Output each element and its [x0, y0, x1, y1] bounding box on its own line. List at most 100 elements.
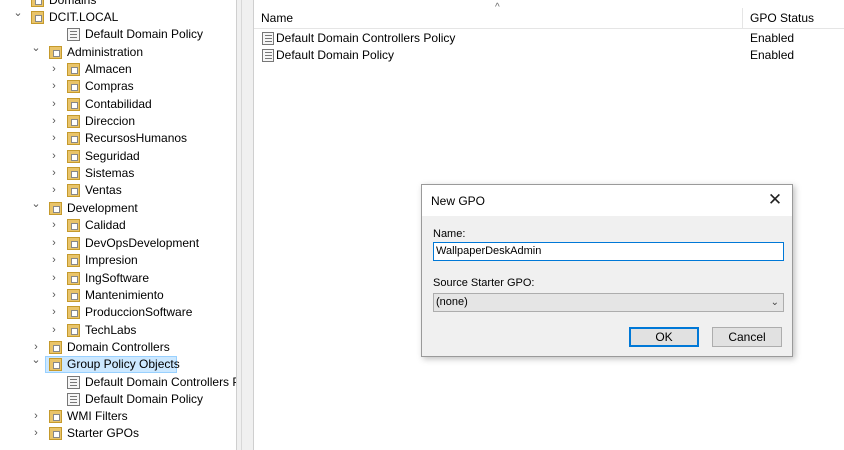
dialog-title: New GPO	[431, 194, 486, 208]
tree-item[interactable]: ⌄ DCIT.LOCAL	[0, 7, 236, 26]
ou-folder-icon	[67, 306, 80, 319]
tree-item[interactable]: › DevOpsDevelopment	[0, 235, 236, 252]
chevron-right-icon[interactable]: ›	[49, 322, 59, 339]
tree-item-label: Group Policy Objects	[67, 357, 180, 371]
ou-folder-icon	[67, 150, 80, 163]
ou-folder-icon	[67, 132, 80, 145]
pane-splitter[interactable]	[236, 0, 254, 450]
tree-item-label: Domain Controllers	[67, 340, 170, 354]
chevron-right-icon[interactable]: ›	[49, 61, 59, 78]
tree-item-label: Administration	[67, 45, 144, 59]
tree-item[interactable]: › Mantenimiento	[0, 287, 236, 304]
tree-item[interactable]: › Calidad	[0, 217, 236, 234]
chevron-right-icon[interactable]: ›	[49, 217, 59, 234]
chevron-right-icon[interactable]: ›	[49, 252, 59, 269]
ou-folder-icon	[67, 184, 80, 197]
tree-item[interactable]: ⌄ Development	[0, 198, 236, 217]
column-divider[interactable]	[742, 8, 743, 28]
chevron-down-icon[interactable]: ⌄	[31, 40, 41, 57]
chevron-right-icon[interactable]: ›	[31, 425, 41, 442]
ou-folder-icon	[49, 341, 62, 354]
tree-item[interactable]: › RecursosHumanos	[0, 130, 236, 147]
tree-item-label: Direccion	[85, 114, 136, 128]
ou-folder-icon	[67, 167, 80, 180]
chevron-right-icon[interactable]: ›	[49, 113, 59, 130]
tree-item[interactable]: › Compras	[0, 78, 236, 95]
tree-item[interactable]: Default Domain Controllers P	[0, 374, 236, 391]
ou-folder-icon	[67, 63, 80, 76]
ou-folder-icon	[67, 219, 80, 232]
tree-item[interactable]: › Almacen	[0, 61, 236, 78]
gpo-name-input[interactable]: WallpaperDeskAdmin	[433, 242, 784, 261]
tree-item-label: Compras	[85, 79, 134, 93]
tree-item-label: Development	[67, 201, 138, 215]
gpo-status: Enabled	[750, 31, 795, 45]
tree-item-label: RecursosHumanos	[85, 131, 188, 145]
column-gpo-status[interactable]: GPO Status	[750, 11, 814, 25]
tree-item-label: DevOpsDevelopment	[85, 236, 200, 250]
source-starter-gpo-label: Source Starter GPO:	[433, 277, 535, 289]
ou-folder-icon	[49, 46, 62, 59]
chevron-right-icon[interactable]: ›	[49, 287, 59, 304]
chevron-right-icon[interactable]: ›	[31, 408, 41, 425]
chevron-right-icon[interactable]: ›	[49, 270, 59, 287]
tree-item-label: Mantenimiento	[85, 288, 164, 302]
name-label: Name:	[433, 228, 466, 240]
tree-item[interactable]: ⌄ Administration	[0, 42, 236, 61]
tree-item[interactable]: › Sistemas	[0, 165, 236, 182]
chevron-right-icon[interactable]: ›	[49, 96, 59, 113]
ok-button[interactable]: OK	[629, 327, 699, 347]
column-name[interactable]: Name	[261, 11, 293, 25]
ou-folder-icon	[67, 272, 80, 285]
list-header: ^ Name GPO Status	[254, 2, 844, 29]
tree-item-label: Default Domain Policy	[85, 27, 204, 41]
gpo-icon	[67, 376, 80, 389]
tree-item[interactable]: › Starter GPOs	[0, 425, 236, 442]
wmi-folder-icon	[49, 410, 62, 423]
chevron-right-icon[interactable]: ›	[49, 182, 59, 199]
tree-item-label: Calidad	[85, 218, 126, 232]
chevron-right-icon[interactable]: ›	[49, 148, 59, 165]
ou-folder-icon	[67, 254, 80, 267]
tree-item[interactable]: › Seguridad	[0, 148, 236, 165]
gpo-folder-icon	[49, 358, 62, 371]
source-starter-gpo-select[interactable]: (none) ⌄	[433, 293, 784, 312]
tree-item-label: Domains	[49, 0, 97, 7]
ou-folder-icon	[49, 202, 62, 215]
gpo-icon	[262, 49, 274, 62]
tree-item[interactable]: › TechLabs	[0, 322, 236, 339]
chevron-down-icon[interactable]: ⌄	[13, 5, 23, 22]
chevron-right-icon[interactable]: ›	[49, 78, 59, 95]
tree-item[interactable]: Default Domain Policy	[0, 391, 236, 408]
chevron-right-icon[interactable]: ›	[49, 235, 59, 252]
tree-item[interactable]: ⌄ Group Policy Objects	[0, 354, 236, 373]
chevron-down-icon[interactable]: ⌄	[31, 196, 41, 213]
chevron-right-icon[interactable]: ›	[49, 304, 59, 321]
list-row[interactable]: Default Domain Controllers Policy Enable…	[254, 30, 844, 47]
cancel-button[interactable]: Cancel	[712, 327, 782, 347]
source-starter-gpo-value: (none)	[436, 296, 468, 308]
domain-icon	[31, 0, 44, 7]
list-row[interactable]: Default Domain Policy Enabled	[254, 47, 844, 64]
gpo-icon	[262, 32, 274, 45]
chevron-right-icon[interactable]: ›	[49, 165, 59, 182]
new-gpo-dialog: New GPO ✕ Name: WallpaperDeskAdmin Sourc…	[421, 184, 793, 357]
tree-item-label: Contabilidad	[85, 97, 152, 111]
tree-item-label: IngSoftware	[85, 271, 150, 285]
sort-arrow-icon: ^	[495, 2, 500, 13]
chevron-right-icon[interactable]: ›	[49, 130, 59, 147]
ou-folder-icon	[67, 98, 80, 111]
gpo-name: Default Domain Controllers Policy	[276, 31, 456, 45]
tree-item[interactable]: › Direccion	[0, 113, 236, 130]
tree-item[interactable]: Domains	[0, 0, 236, 9]
close-icon[interactable]: ✕	[764, 190, 786, 210]
tree-item-label: Almacen	[85, 62, 132, 76]
tree-item[interactable]: › ProduccionSoftware	[0, 304, 236, 321]
tree-item[interactable]: › Contabilidad	[0, 96, 236, 113]
gpo-name: Default Domain Policy	[276, 48, 395, 62]
tree-item[interactable]: › Impresion	[0, 252, 236, 269]
tree-item[interactable]: › IngSoftware	[0, 270, 236, 287]
chevron-down-icon[interactable]: ⌄	[31, 352, 41, 369]
dialog-titlebar[interactable]: New GPO ✕	[422, 185, 792, 216]
tree-item[interactable]: › WMI Filters	[0, 408, 236, 425]
